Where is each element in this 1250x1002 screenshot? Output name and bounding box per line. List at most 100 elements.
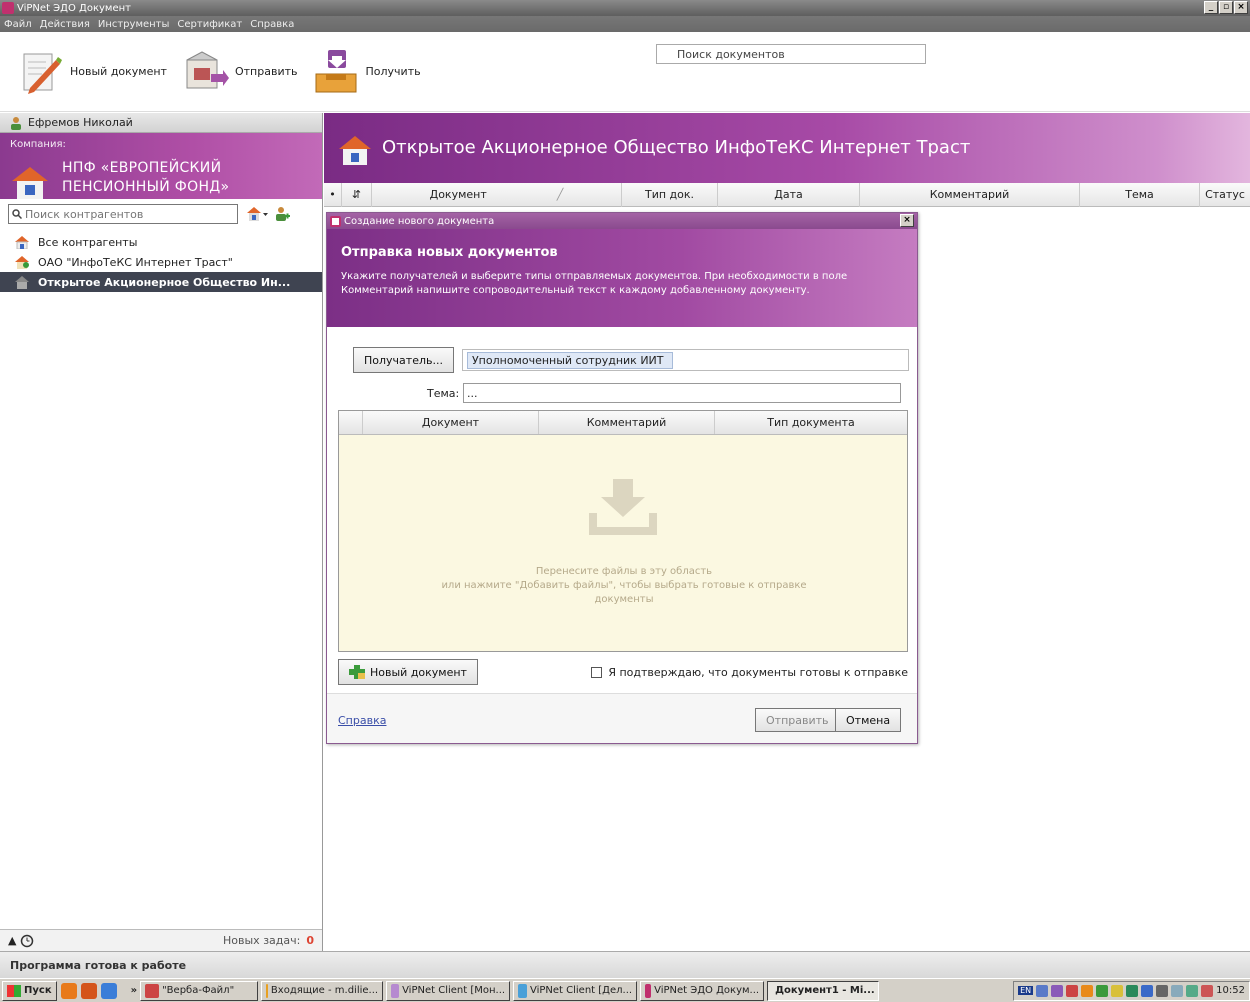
- confirm-checkbox[interactable]: [591, 666, 603, 678]
- dialog-title-bar: Создание нового документа: [327, 213, 917, 229]
- collapse-arrow-icon[interactable]: ▲: [8, 934, 16, 947]
- menu-certificate[interactable]: Сертификат: [177, 19, 242, 30]
- start-button[interactable]: Пуск: [2, 980, 57, 1001]
- tray-monitor-icon[interactable]: [1141, 984, 1154, 997]
- task-verba[interactable]: "Верба-Файл": [140, 980, 259, 1001]
- receive-icon: [315, 49, 356, 92]
- direction-icon[interactable]: ⇵: [342, 182, 372, 207]
- menu-actions[interactable]: Действия: [40, 19, 90, 30]
- add-document-icon: [349, 665, 365, 679]
- grid-column-type[interactable]: Тип документа: [715, 411, 907, 434]
- new-document-dialog-label: Новый документ: [370, 665, 467, 679]
- drop-hint-line2: или нажмите "Добавить файлы", чтобы выбр…: [441, 580, 807, 591]
- grid-column-document[interactable]: Документ: [363, 411, 539, 434]
- documents-drop-area[interactable]: Документ Комментарий Тип документа Перен…: [338, 410, 908, 652]
- recipient-chip[interactable]: Уполномоченный сотрудник ИИТ: [466, 351, 673, 369]
- tray-sync-icon[interactable]: [1201, 984, 1214, 997]
- send-dialog-button[interactable]: Отправить: [755, 708, 840, 732]
- menu-file[interactable]: Файл: [4, 19, 32, 30]
- quicklaunch-more-icon[interactable]: »: [131, 985, 137, 996]
- document-search-input[interactable]: Поиск документов: [656, 44, 926, 64]
- menu-tools[interactable]: Инструменты: [98, 19, 170, 30]
- close-button[interactable]: ×: [1234, 1, 1248, 14]
- tree-item-label: ОАО "ИнфоТеКС Интернет Траст": [38, 255, 233, 269]
- tree-item-selected-company[interactable]: Открытое Акционерное Общество Ин...: [0, 272, 322, 292]
- task-vipnet-edo[interactable]: ViPNet ЭДО Докум...: [640, 980, 765, 1001]
- task-outlook[interactable]: Входящие - m.dilie...: [261, 980, 384, 1001]
- column-type[interactable]: Тип док.: [622, 182, 718, 207]
- task-label: ViPNet Client [Дел...: [529, 985, 633, 996]
- new-document-icon: [23, 53, 62, 94]
- tray-vipnet-icon[interactable]: [1051, 984, 1064, 997]
- add-contractor-house-icon[interactable]: [246, 206, 268, 222]
- company-house-icon: [339, 136, 371, 165]
- vipnet-edo-icon: [645, 983, 652, 998]
- vipnet-business-icon: [518, 983, 527, 998]
- system-tray: EN 10:52: [1013, 980, 1250, 1001]
- user-name: Ефремов Николай: [28, 116, 133, 129]
- app-icon: [330, 215, 341, 227]
- tray-app-icon[interactable]: [1096, 984, 1109, 997]
- tray-outlook-icon[interactable]: [1081, 984, 1094, 997]
- cancel-dialog-button[interactable]: Отмена: [835, 708, 902, 732]
- grid-header: Документ Комментарий Тип документа: [339, 411, 907, 435]
- ie-quicklaunch-icon[interactable]: [100, 982, 117, 999]
- column-document-label: Документ: [429, 188, 487, 201]
- column-subject[interactable]: Тема: [1080, 182, 1200, 207]
- recipient-button[interactable]: Получатель...: [353, 347, 454, 373]
- window-title-bar: ViPNet ЭДО Документ _ ▫ ×: [0, 0, 1250, 16]
- column-status[interactable]: Статус: [1200, 183, 1250, 207]
- tray-shield-icon[interactable]: [1111, 984, 1124, 997]
- verba-icon: [145, 983, 160, 998]
- company-header: Открытое Акционерное Общество ИнфоТеКС И…: [324, 113, 1250, 183]
- confirm-checkbox-row[interactable]: Я подтверждаю, что документы готовы к от…: [591, 666, 908, 679]
- send-button[interactable]: Отправить: [181, 48, 298, 96]
- grid-column-comment[interactable]: Комментарий: [539, 411, 715, 434]
- task-label: ViPNet Client [Мон...: [402, 985, 506, 996]
- column-marker[interactable]: •: [324, 182, 342, 207]
- menu-help[interactable]: Справка: [250, 19, 294, 30]
- column-document[interactable]: Документ ╱: [372, 182, 622, 207]
- receive-button[interactable]: Получить: [312, 48, 421, 96]
- house-icon: [15, 236, 29, 249]
- task-word[interactable]: Документ1 - Mi...: [767, 980, 880, 1001]
- task-vipnet-business[interactable]: ViPNet Client [Дел...: [513, 980, 638, 1001]
- drop-hint-line3: документы: [594, 594, 654, 605]
- tasks-count[interactable]: 0: [306, 934, 314, 947]
- subject-input[interactable]: ...: [463, 383, 901, 403]
- documents-column-header: • ⇵ Документ ╱ Тип док. Дата Комментарий …: [324, 182, 1250, 207]
- tray-network-icon[interactable]: [1036, 984, 1049, 997]
- language-indicator[interactable]: EN: [1018, 986, 1034, 995]
- help-link[interactable]: Справка: [338, 714, 386, 727]
- clock-icon[interactable]: [20, 934, 34, 948]
- dialog-close-button[interactable]: ×: [900, 214, 914, 227]
- maximize-button[interactable]: ▫: [1219, 1, 1233, 14]
- windows-flag-icon: [7, 984, 21, 997]
- clock[interactable]: 10:52: [1216, 985, 1245, 996]
- tree-item-infotecs[interactable]: ОАО "ИнфоТеКС Интернет Траст": [0, 252, 322, 272]
- column-date[interactable]: Дата: [718, 182, 860, 207]
- send-icon: [186, 50, 229, 88]
- tray-connection-icon[interactable]: [1126, 984, 1139, 997]
- subject-label: Тема:: [427, 386, 460, 400]
- contractor-search-input[interactable]: [8, 204, 238, 224]
- new-document-dialog-button[interactable]: Новый документ: [338, 659, 478, 685]
- task-label: ViPNet ЭДО Докум...: [654, 985, 760, 996]
- recipient-field[interactable]: Уполномоченный сотрудник ИИТ: [461, 349, 909, 371]
- grid-column-check[interactable]: [339, 411, 363, 434]
- outlook-quicklaunch-icon[interactable]: [60, 982, 77, 999]
- tray-verba-icon[interactable]: [1066, 984, 1079, 997]
- user-icon: [11, 116, 21, 130]
- current-user[interactable]: Ефремов Николай: [0, 113, 322, 133]
- task-vipnet-monitor[interactable]: ViPNet Client [Мон...: [386, 980, 511, 1001]
- minimize-button[interactable]: _: [1204, 1, 1218, 14]
- column-comment[interactable]: Комментарий: [860, 182, 1080, 207]
- tray-security-icon[interactable]: [1186, 984, 1199, 997]
- tray-volume-icon[interactable]: [1156, 984, 1169, 997]
- add-user-icon[interactable]: [274, 206, 290, 222]
- new-document-button[interactable]: Новый документ: [16, 48, 167, 96]
- dialog-heading: Отправка новых документов: [341, 245, 558, 260]
- tray-refresh-icon[interactable]: [1171, 984, 1184, 997]
- tree-item-all[interactable]: Все контрагенты: [0, 232, 322, 252]
- firefox-quicklaunch-icon[interactable]: [80, 982, 97, 999]
